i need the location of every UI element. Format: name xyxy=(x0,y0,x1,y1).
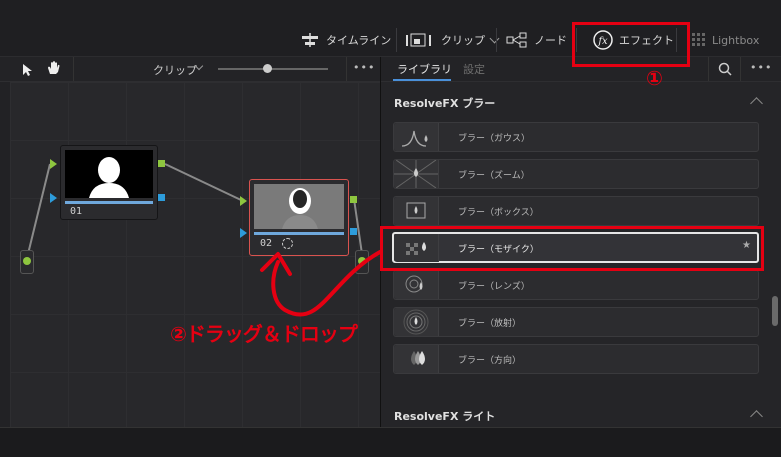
annotation-box-mosaic xyxy=(380,226,764,271)
fx-item-radial[interactable]: ブラー（放射） xyxy=(393,307,759,337)
node-02-alpha-input[interactable] xyxy=(240,228,247,238)
section-title-blur[interactable]: ResolveFX ブラー xyxy=(394,95,495,111)
section-title-light[interactable]: ResolveFX ライト xyxy=(394,408,495,424)
node-02-rgb-output[interactable] xyxy=(350,196,357,203)
tab-settings[interactable]: 設定 xyxy=(463,61,485,77)
node-02-rgb-input[interactable] xyxy=(240,196,247,206)
clip-label: クリップ xyxy=(441,34,485,47)
node-status-bar xyxy=(254,232,344,235)
fx-item-label: ブラー（方向） xyxy=(458,356,522,366)
annotation-box-effects xyxy=(572,22,690,67)
zoom-burst-icon xyxy=(394,160,439,188)
directional-icon xyxy=(394,345,439,373)
bottom-bar xyxy=(0,427,781,457)
node-label: ノード xyxy=(534,34,567,47)
fx-item-box[interactable]: ブラー（ボックス） xyxy=(393,196,759,226)
node-editor-toolbar: クリップ ••• xyxy=(0,57,380,82)
node-thumbnail xyxy=(65,150,153,198)
node-status-bar xyxy=(65,201,153,204)
hand-tool-icon[interactable] xyxy=(46,60,62,80)
grid-icon xyxy=(692,33,706,47)
fx-item-label: ブラー（ガウス） xyxy=(458,134,531,144)
box-blur-icon xyxy=(394,197,439,225)
zoom-slider[interactable] xyxy=(218,64,328,73)
node-01[interactable]: 01 xyxy=(60,145,158,220)
lightbox-label: Lightbox xyxy=(712,33,760,47)
chevron-down-icon xyxy=(489,33,500,43)
search-icon[interactable] xyxy=(718,61,732,80)
node-01-rgb-output[interactable] xyxy=(158,160,165,167)
tab-library[interactable]: ライブラリ xyxy=(397,61,452,77)
fx-item-label: ブラー（ズーム） xyxy=(458,171,530,181)
lens-icon xyxy=(394,271,439,299)
timeline-label: タイムライン xyxy=(326,34,392,47)
clip-mode-dropdown[interactable]: クリップ xyxy=(153,62,197,78)
clip-button[interactable]: クリップ xyxy=(405,27,500,53)
annotation-step2: ②ドラッグ＆ドロップ xyxy=(170,322,358,346)
timeline-icon xyxy=(300,32,320,48)
node-icon xyxy=(506,32,528,48)
clip-icon xyxy=(405,32,435,48)
radial-icon xyxy=(394,308,439,336)
fx-item-label: ブラー（ボックス） xyxy=(458,208,539,218)
node-number: 01 xyxy=(70,206,83,217)
fx-item-label: ブラー（放射） xyxy=(458,319,522,329)
input-endpoint[interactable] xyxy=(20,250,34,274)
timeline-button[interactable]: タイムライン xyxy=(300,27,391,53)
node-more-button[interactable]: ••• xyxy=(353,61,375,74)
node-button[interactable]: ノード xyxy=(506,27,567,53)
library-scrollbar[interactable] xyxy=(772,296,778,326)
node-01-alpha-input[interactable] xyxy=(50,193,57,203)
fx-item-lens[interactable]: ブラー（レンズ） xyxy=(393,270,759,300)
active-tab-underline xyxy=(393,79,451,81)
pointer-tool-icon[interactable] xyxy=(22,62,34,81)
library-more-button[interactable]: ••• xyxy=(750,61,772,74)
node-02-alpha-output[interactable] xyxy=(350,228,357,235)
fx-item-gaussian[interactable]: ブラー（ガウス） xyxy=(393,122,759,152)
gaussian-curve-icon xyxy=(394,123,439,151)
lightbox-button[interactable]: Lightbox xyxy=(692,27,759,53)
fx-item-zoom[interactable]: ブラー（ズーム） xyxy=(393,159,759,189)
node-thumbnail xyxy=(254,184,344,229)
node-01-rgb-input[interactable] xyxy=(50,159,57,169)
fx-item-label: ブラー（レンズ） xyxy=(458,282,530,292)
fx-item-directional[interactable]: ブラー（方向） xyxy=(393,344,759,374)
node-01-alpha-output[interactable] xyxy=(158,194,165,201)
zoom-slider-handle[interactable] xyxy=(263,64,272,73)
annotation-step1: ① xyxy=(646,66,663,90)
